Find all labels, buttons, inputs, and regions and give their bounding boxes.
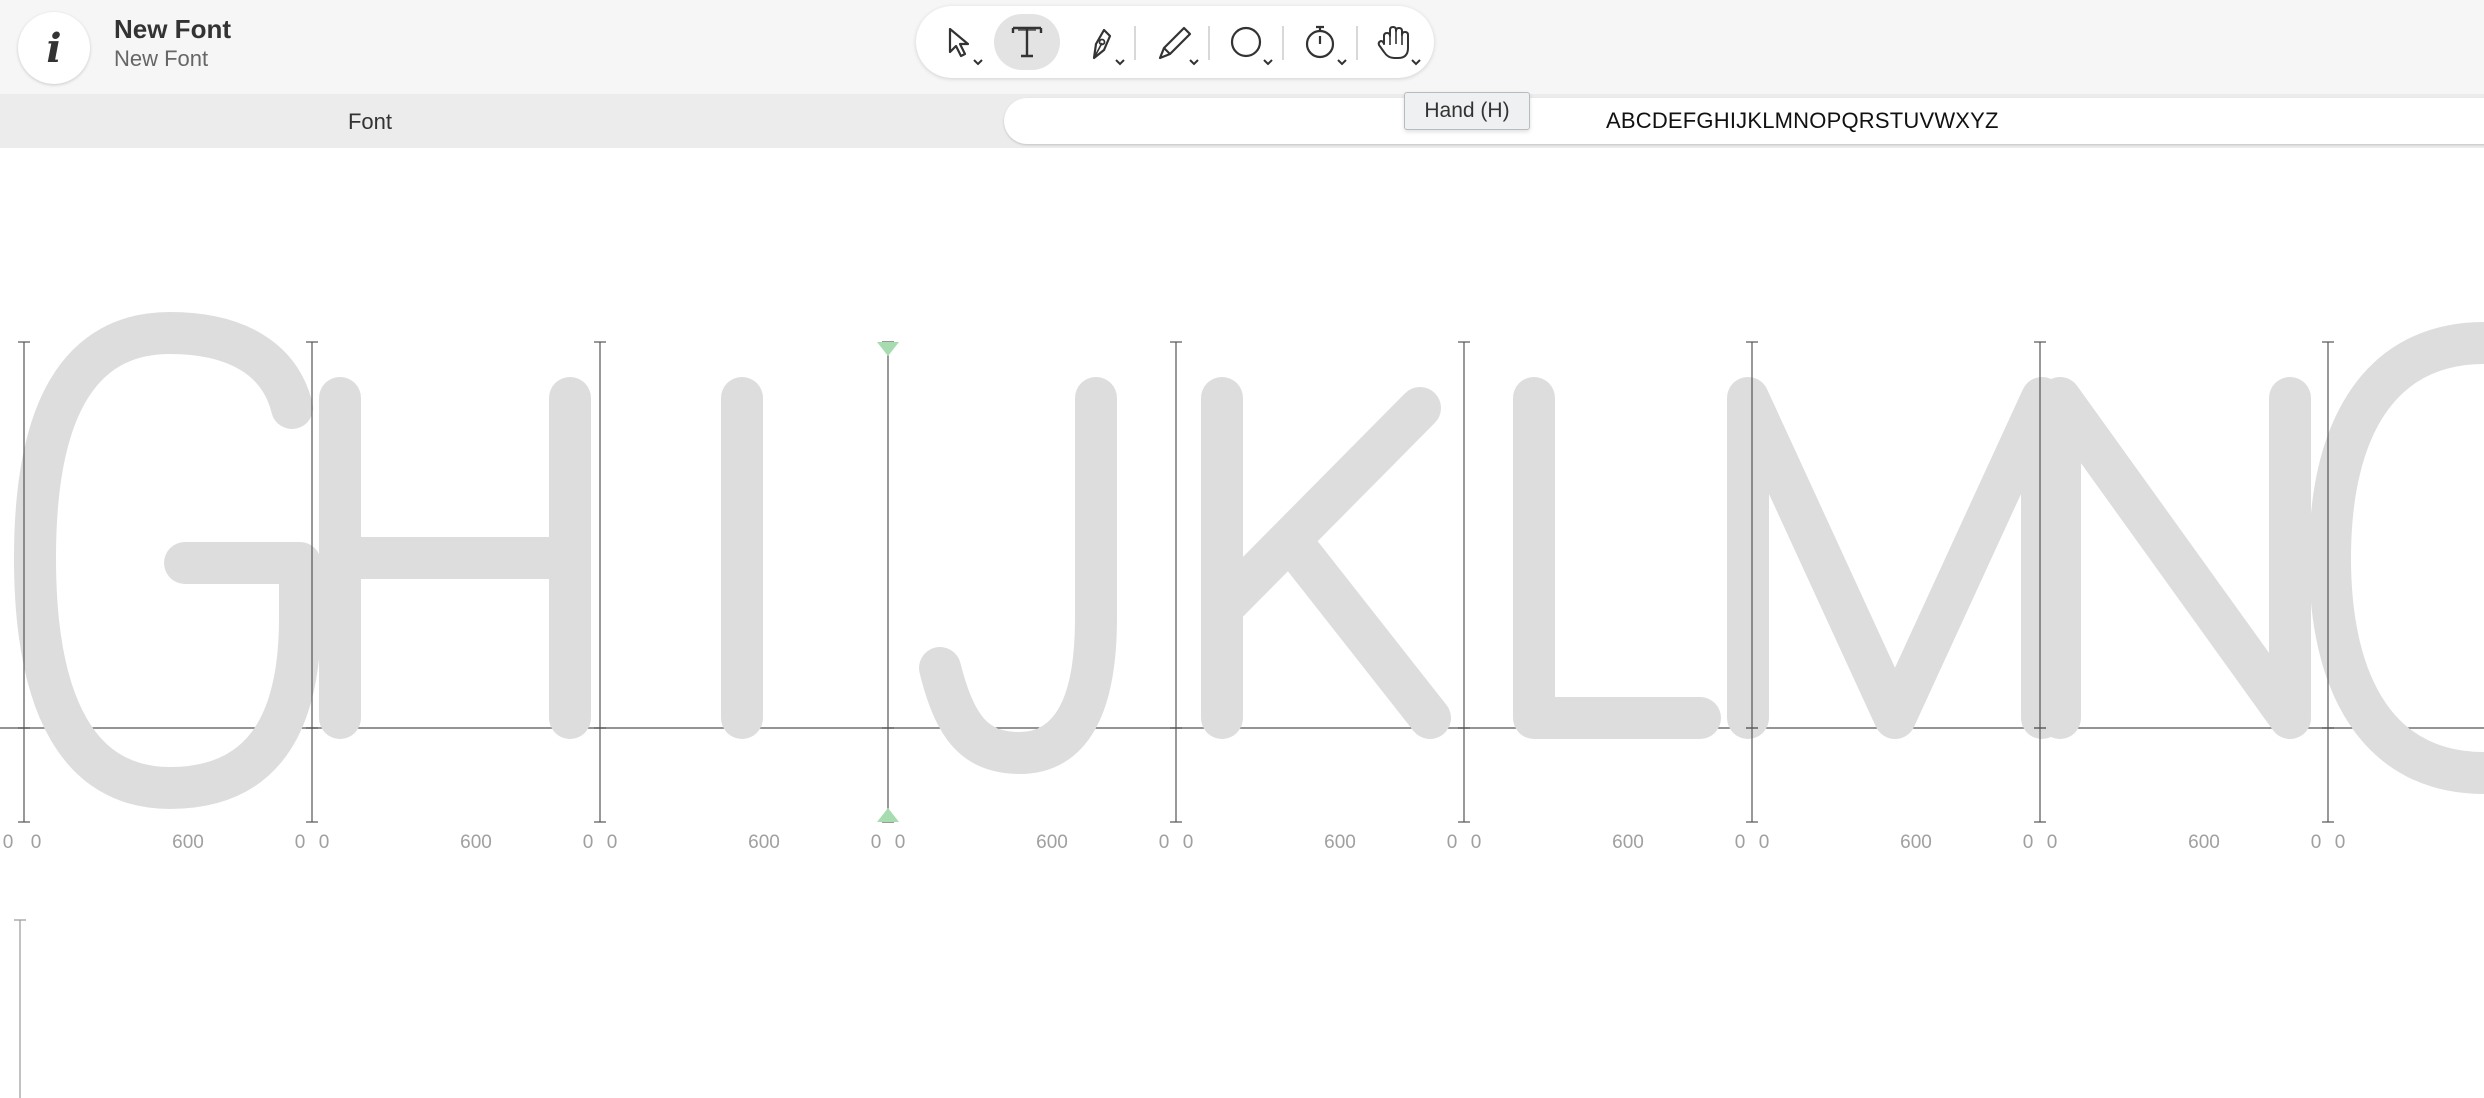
chevron-down-icon [1115,59,1125,66]
advance-width-label: 600 [460,832,492,853]
glyph-l-shape [1513,377,1721,739]
advance-width-label: 600 [2188,832,2220,853]
document-title: New Font [114,14,231,44]
right-sidebearing-label: 0 [295,832,306,853]
right-sidebearing-label: 0 [871,832,882,853]
right-sidebearing-label: 0 [1447,832,1458,853]
chevron-down-icon [1189,59,1199,66]
pen-tool-button[interactable] [1068,14,1134,70]
glyph-o-shape [2308,322,2484,794]
pointer-tool-button[interactable] [926,14,992,70]
selection-marker-bottom [877,808,899,822]
sample-text-value[interactable]: ABCDEFGHIJKLMNOPQRSTUVWXYZ [1606,108,1999,134]
glyph-editor-svg[interactable]: 0 600 0 0 600 0 0 600 0 0 600 0 0 600 0 0 600 0 0 600 0 0 600 0… [0,148,2484,1098]
chevron-down-icon [1337,59,1347,66]
advance-width-label: 600 [748,832,780,853]
chevron-down-icon [1411,59,1421,66]
advance-width-label: 600 [1324,832,1356,853]
right-sidebearing-label: 0 [1735,832,1746,853]
toolbar-separator [1356,26,1358,60]
shape-tool-button[interactable] [1216,14,1282,70]
right-sidebearing-label: 0 [3,832,14,853]
toolbar-separator [1134,26,1136,60]
left-sidebearing-label: 0 [31,832,42,853]
document-subtitle: New Font [114,46,209,71]
left-sidebearing-label: 0 [2047,832,2058,853]
hand-tool-button[interactable] [1362,14,1428,70]
pen-icon [1092,28,1125,66]
pencil-tool-button[interactable] [1142,14,1208,70]
toolbar-separator [1208,26,1210,60]
advance-width-label: 600 [1612,832,1644,853]
glyph-m-shape [1727,377,2063,739]
info-icon: i [46,24,62,72]
right-sidebearing-label: 0 [2023,832,2034,853]
glyph-j-shape [919,377,1117,774]
glyph-canvas[interactable]: 0 600 0 0 600 0 0 600 0 0 600 0 0 600 0 0 600 0 0 600 0 0 600 0… [0,148,2484,1098]
left-sidebearing-label: 0 [319,832,330,853]
text-icon [1011,26,1043,58]
pointer-icon [948,27,983,66]
toolbar-separator [1282,26,1284,60]
info-button[interactable]: i [18,12,90,84]
glyph-h-shape [319,377,591,739]
chevron-down-icon [973,59,983,66]
circle-icon [1230,26,1273,66]
tab-font[interactable]: Font [0,94,740,148]
right-sidebearing-label: 0 [583,832,594,853]
right-sidebearing-label: 0 [1159,832,1170,853]
left-sidebearing-label: 0 [607,832,618,853]
tool-palette [916,6,1434,78]
measure-tool-button[interactable] [1290,14,1356,70]
title-bar: i New Font New Font [0,0,2484,94]
tool-tooltip: Hand (H) [1404,92,1530,130]
left-sidebearing-label: 0 [2335,832,2346,853]
right-sidebearing-label: 0 [2311,832,2322,853]
glyph-n-shape [2039,377,2311,739]
chevron-down-icon [1263,59,1273,66]
advance-width-label: 600 [1900,832,1932,853]
left-sidebearing-label: 0 [1183,832,1194,853]
left-sidebearing-label: 0 [895,832,906,853]
advance-width-label: 600 [172,832,204,853]
left-sidebearing-label: 0 [1471,832,1482,853]
hand-icon [1377,26,1421,66]
stopwatch-icon [1305,25,1347,66]
glyph-g-shape [14,312,321,809]
tab-bar: Font [0,94,2484,148]
pencil-icon [1158,26,1199,66]
advance-width-label: 600 [1036,832,1068,853]
left-sidebearing-label: 0 [1759,832,1770,853]
text-tool-button[interactable] [994,14,1060,70]
glyph-k-shape [1201,377,1451,739]
selection-marker-top [877,342,899,356]
